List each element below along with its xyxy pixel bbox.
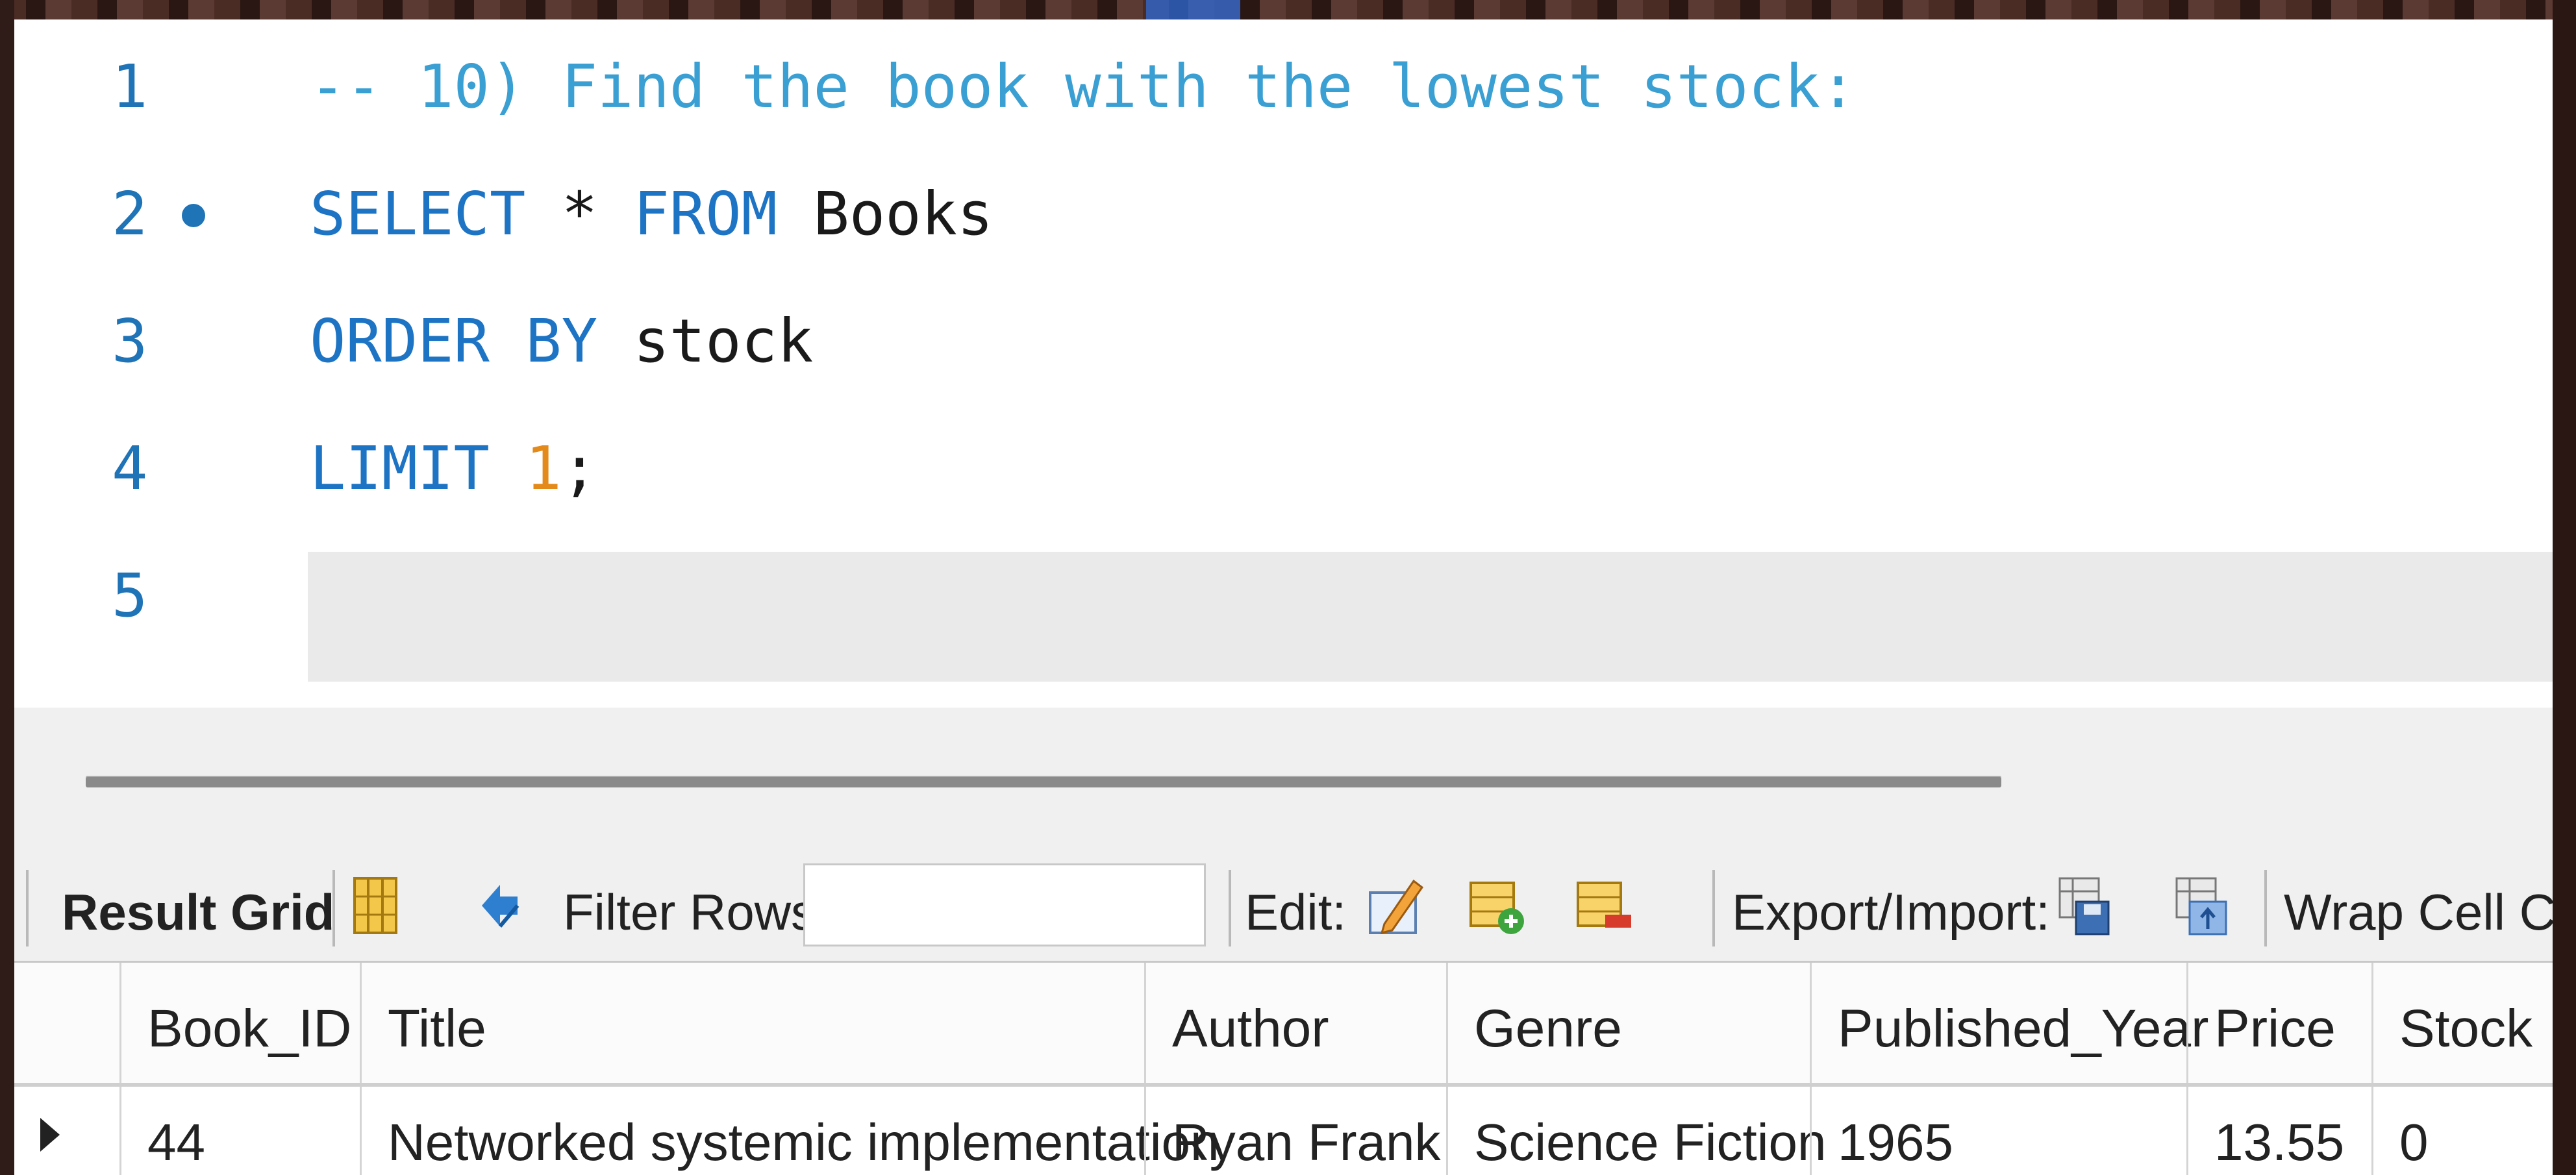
column-header-price[interactable]: Price [2186,963,2371,1083]
background-right [2553,0,2576,1175]
code-line-3[interactable]: 3 ORDER BY stock [14,274,2553,401]
line-number: 1 [112,52,148,121]
toolbar-separator [1712,870,1715,946]
column-name: stock [597,306,814,376]
cell-price[interactable]: 13.55 [2186,1087,2371,1175]
keyword-select: SELECT [310,179,526,249]
toggle-columns-icon[interactable] [345,873,407,938]
cell-book-id[interactable]: 44 [119,1087,360,1175]
code-line-4[interactable]: 4 LIMIT 1; [14,401,2553,528]
column-header-label: Price [2214,999,2336,1058]
filter-rows-label: Filter Rows: [563,884,831,941]
keyword-from: FROM [633,179,778,249]
filter-rows-input[interactable] [803,863,1206,946]
toolbar-separator [26,870,29,946]
semicolon: ; [561,434,598,503]
code-line-1[interactable]: 1 -- 10) Find the book with the lowest s… [14,19,2553,147]
cell-title[interactable]: Networked systemic implementation [360,1087,1219,1175]
cell-value: Science Fiction [1474,1113,1827,1171]
sql-statement: LIMIT 1; [310,434,597,503]
cell-value: Networked systemic implementation [388,1113,1219,1171]
line-number: 3 [112,306,148,376]
column-header-title[interactable]: Title [360,963,1144,1083]
wrap-cell-content-label[interactable]: Wrap Cell Con [2284,883,2553,942]
export-icon[interactable] [2053,873,2115,938]
refresh-icon[interactable] [469,873,531,938]
statement-marker-icon [182,204,205,227]
edit-cell-icon[interactable] [1365,873,1427,938]
background-top [0,0,2576,19]
export-import-label: Export/Import: [1732,884,2050,941]
keyword-limit: LIMIT [310,434,490,503]
column-header-author[interactable]: Author [1144,963,1446,1083]
background-left [0,0,14,1175]
sql-statement: ORDER BY stock [310,306,813,376]
cell-value: 1965 [1838,1113,1953,1171]
column-header-label: Genre [1474,999,1622,1058]
workbench-window: 1 -- 10) Find the book with the lowest s… [14,19,2553,1175]
column-header-stock[interactable]: Stock [2371,963,2553,1083]
edit-label: Edit: [1245,884,1347,941]
code-line-5[interactable]: 5 [14,528,2553,656]
toolbar-separator [332,870,335,946]
result-grid[interactable]: Book_ID Title Author Genre Published_Yea… [14,961,2553,1175]
column-header-published-year[interactable]: Published_Year [1810,963,2208,1083]
number-literal: 1 [525,434,562,503]
cell-value: 13.55 [2214,1113,2345,1171]
delete-row-icon[interactable] [1573,873,1634,938]
column-header-book-id[interactable]: Book_ID [119,963,360,1083]
row-selector-header [14,963,119,1083]
column-header-label: Title [388,999,486,1058]
column-header-genre[interactable]: Genre [1446,963,1810,1083]
row-selector-icon [40,1118,60,1152]
horizontal-scrollbar[interactable] [86,776,2001,787]
toolbar-separator [2264,870,2267,946]
cell-value: 44 [147,1113,205,1171]
table-row[interactable]: 44 Networked systemic implementation Rya… [14,1087,2553,1175]
sql-statement: SELECT * FROM Books [310,179,993,249]
column-header-label: Book_ID [147,999,352,1058]
column-header-label: Published_Year [1838,999,2209,1058]
tab-indicator [1146,0,1240,19]
cell-published-year[interactable]: 1965 [1810,1087,2186,1175]
row-selector[interactable] [14,1087,119,1175]
cell-value: 0 [2399,1113,2429,1171]
table-name: Books [777,179,994,249]
line-number: 4 [112,434,148,503]
sql-editor[interactable]: 1 -- 10) Find the book with the lowest s… [14,19,2553,708]
sql-text: * [525,179,634,249]
toolbar-separator [1229,870,1231,946]
code-line-2[interactable]: 2 SELECT * FROM Books [14,147,2553,274]
sql-comment: -- 10) Find the book with the lowest sto… [310,52,1857,121]
cell-value: Ryan Frank [1172,1113,1441,1171]
cell-author[interactable]: Ryan Frank [1144,1087,1446,1175]
add-row-icon[interactable] [1466,873,1527,938]
line-number: 2 [112,179,148,249]
grid-header: Book_ID Title Author Genre Published_Yea… [14,963,2553,1087]
result-grid-tab[interactable]: Result Grid [62,883,334,942]
line-number: 5 [112,561,148,630]
cell-genre[interactable]: Science Fiction [1446,1087,1826,1175]
cell-stock[interactable]: 0 [2371,1087,2553,1175]
result-toolbar: Result Grid Filter Rows: Edit: Export/Im… [14,844,2553,961]
import-icon[interactable] [2170,873,2232,938]
column-header-label: Author [1172,999,1329,1058]
column-header-label: Stock [2399,999,2533,1058]
keyword-order-by: ORDER BY [310,306,598,376]
panel-splitter[interactable] [14,708,2553,844]
